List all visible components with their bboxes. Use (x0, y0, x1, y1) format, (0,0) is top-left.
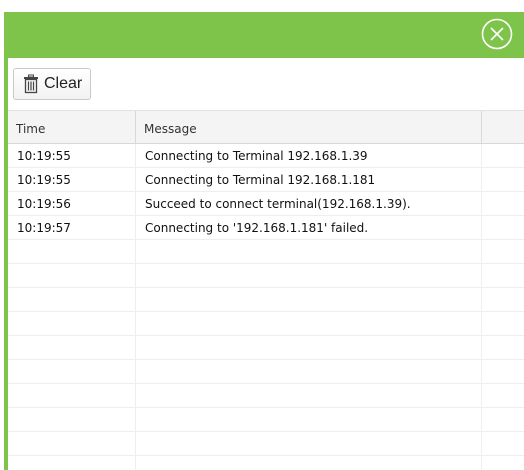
message-cell (136, 288, 482, 311)
message-cell (136, 360, 482, 383)
message-cell (136, 240, 482, 263)
extra-cell (482, 456, 524, 470)
extra-cell (482, 216, 524, 239)
time-cell (8, 432, 136, 455)
close-circle-icon (481, 18, 513, 50)
grid-header: Time Message (8, 111, 524, 144)
log-grid: Time Message 10:19:55 Connecting to Termi… (8, 111, 524, 470)
message-cell (136, 264, 482, 287)
table-row[interactable] (8, 336, 524, 360)
grid-body: 10:19:55 Connecting to Terminal 192.168.1… (8, 144, 524, 470)
log-window: Clear Time Message 10:19:55 Connecting to… (0, 0, 524, 470)
time-cell (8, 288, 136, 311)
column-header-time[interactable]: Time (8, 111, 136, 143)
table-row[interactable]: 10:19:57 Connecting to '192.168.1.181' fa… (8, 216, 524, 240)
extra-cell (482, 360, 524, 383)
table-row[interactable] (8, 288, 524, 312)
time-cell (8, 312, 136, 335)
title-bar (4, 12, 524, 58)
time-cell (8, 240, 136, 263)
time-cell (8, 456, 136, 470)
time-cell: 10:19:55 (8, 144, 136, 167)
table-row[interactable] (8, 384, 524, 408)
extra-cell (482, 144, 524, 167)
table-row[interactable]: 10:19:55 Connecting to Terminal 192.168.1… (8, 144, 524, 168)
time-cell (8, 408, 136, 431)
table-row[interactable] (8, 312, 524, 336)
table-row[interactable] (8, 240, 524, 264)
time-cell: 10:19:56 (8, 192, 136, 215)
message-cell (136, 456, 482, 470)
extra-cell (482, 168, 524, 191)
close-button[interactable] (480, 17, 514, 51)
message-cell (136, 336, 482, 359)
extra-cell (482, 192, 524, 215)
time-cell (8, 360, 136, 383)
message-cell: Connecting to '192.168.1.181' failed. (136, 216, 482, 239)
extra-cell (482, 408, 524, 431)
message-cell (136, 384, 482, 407)
table-row[interactable] (8, 360, 524, 384)
table-row[interactable] (8, 408, 524, 432)
table-row[interactable]: 10:19:55 Connecting to Terminal 192.168.1… (8, 168, 524, 192)
message-cell: Connecting to Terminal 192.168.1.181 (136, 168, 482, 191)
toolbar: Clear (8, 58, 524, 111)
table-row[interactable] (8, 432, 524, 456)
column-header-message[interactable]: Message (136, 111, 482, 143)
time-cell (8, 264, 136, 287)
extra-cell (482, 336, 524, 359)
column-header-extra (482, 111, 524, 143)
message-cell (136, 408, 482, 431)
time-cell (8, 384, 136, 407)
message-cell (136, 432, 482, 455)
clear-button-label: Clear (44, 75, 83, 92)
table-row[interactable] (8, 264, 524, 288)
time-cell (8, 336, 136, 359)
message-cell: Succeed to connect terminal(192.168.1.39… (136, 192, 482, 215)
time-cell: 10:19:55 (8, 168, 136, 191)
extra-cell (482, 288, 524, 311)
clear-button[interactable]: Clear (13, 68, 92, 100)
time-cell: 10:19:57 (8, 216, 136, 239)
extra-cell (482, 384, 524, 407)
extra-cell (482, 240, 524, 263)
message-cell (136, 312, 482, 335)
table-row[interactable]: 10:19:56 Succeed to connect terminal(192.… (8, 192, 524, 216)
table-row[interactable] (8, 456, 524, 470)
message-cell: Connecting to Terminal 192.168.1.39 (136, 144, 482, 167)
extra-cell (482, 264, 524, 287)
trash-icon (24, 74, 38, 94)
extra-cell (482, 312, 524, 335)
extra-cell (482, 432, 524, 455)
